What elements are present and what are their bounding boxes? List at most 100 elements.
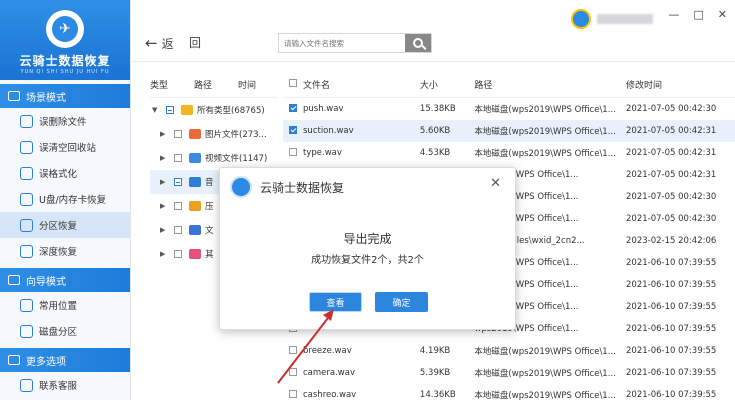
sidebar-item[interactable]: U盘/内存卡恢复 [0,186,130,212]
file-type-icon [189,129,201,139]
tree-tab-type[interactable]: 类型 [150,78,194,91]
cell-date: 2021-07-05 00:42:30 [626,104,717,114]
expand-caret-icon[interactable]: ▶ [160,250,170,258]
sidebar-item[interactable]: 深度恢复 [0,238,130,264]
row-checkbox[interactable] [283,389,303,400]
sidebar-item[interactable]: 误删除文件 [0,108,130,134]
sidebar-item-icon [20,140,33,154]
tree-checkbox[interactable] [166,106,174,114]
cell-size: 14.36KB [419,390,456,400]
cell-size: 15.38KB [419,104,456,114]
tree-row[interactable]: ▶ 图片文件(273... [150,122,278,146]
sidebar-item-icon [20,244,33,258]
brand-subtitle: YUN QI SHI SHU JU HUI FU [20,69,110,75]
ok-button[interactable]: 确定 [375,292,428,312]
cell-date: 2021-06-10 07:39:55 [626,368,717,378]
tree-checkbox[interactable] [174,226,182,234]
table-row[interactable]: type.wav 4.53KB 本地磁盘(wps2019\WPS Office\1.… [283,142,735,164]
cell-date: 2021-07-05 00:42:30 [626,214,717,224]
cell-path: 本地磁盘(wps2019\WPS Office\1... [474,127,616,137]
sidebar-item[interactable]: 联系客服 [0,372,130,398]
table-row[interactable]: push.wav 15.38KB 本地磁盘(wps2019\WPS Office\1… [283,98,735,120]
col-path[interactable]: 路径 [474,78,626,91]
tree-label: 压 [205,202,214,212]
cell-name: push.wav [303,104,344,114]
home-button[interactable]: 回 [189,34,201,51]
username-blurred [597,14,653,24]
section-icon [8,91,20,101]
cell-name: cashreo.wav [303,390,357,400]
brand: ✈ 云骑士数据恢复 YUN QI SHI SHU JU HUI FU [0,0,130,80]
sidebar-section-header: 场景模式 [0,84,130,108]
dialog-close-icon[interactable]: ✕ [490,176,501,191]
tree-tab-time[interactable]: 时间 [238,78,268,91]
section-icon [8,355,20,365]
cell-name: breeze.wav [303,346,352,356]
tree-checkbox[interactable] [174,250,182,258]
tree-tab-path[interactable]: 路径 [194,78,238,91]
cell-date: 2021-07-05 00:42:31 [626,126,717,136]
expand-caret-icon[interactable]: ▶ [160,154,170,162]
sidebar-item-icon [20,378,33,392]
cell-path: 本地磁盘(wps2019\WPS Office\1... [474,369,616,379]
user-account[interactable] [571,9,653,29]
tree-label: 音 [205,178,214,188]
sidebar-sections: 场景模式 误删除文件 误清空回收站 误格式化 U盘/内存卡恢复 分区恢复 深度恢复向导模式常… [0,84,130,398]
tree-label: 图片文件(273... [205,130,267,140]
sidebar-section-header: 更多选项 [0,348,130,372]
close-icon[interactable]: ✕ [718,8,727,21]
table-row[interactable]: cashreo.wav 14.36KB 本地磁盘(wps2019\WPS Offic… [283,384,735,400]
table-header: 文件名 大小 路径 修改时间 [283,72,735,98]
sidebar-item-icon [20,324,33,338]
cell-date: 2021-07-05 00:42:31 [626,170,717,180]
row-checkbox[interactable] [283,125,303,137]
expand-caret-icon[interactable]: ▶ [160,226,170,234]
expand-caret-icon[interactable]: ▶ [160,202,170,210]
sidebar-item[interactable]: 误清空回收站 [0,134,130,160]
row-checkbox[interactable] [283,103,303,115]
view-button[interactable]: 查看 [309,292,362,312]
col-size[interactable]: 大小 [420,78,475,91]
row-checkbox[interactable] [283,367,303,379]
expand-caret-icon[interactable]: ▼ [152,106,162,114]
table-row[interactable]: suction.wav 5.60KB 本地磁盘(wps2019\WPS Office… [283,120,735,142]
row-checkbox[interactable] [283,147,303,159]
tree-row[interactable]: ▼ 所有类型(68765) [150,98,278,122]
file-type-icon [189,201,201,211]
search-button[interactable] [405,34,431,52]
tree-checkbox[interactable] [174,202,182,210]
cell-date: 2021-07-05 00:42:30 [626,192,717,202]
sidebar-item-icon [20,218,33,232]
table-row[interactable]: camera.wav 5.39KB 本地磁盘(wps2019\WPS Office\… [283,362,735,384]
col-date[interactable]: 修改时间 [626,78,735,91]
search-icon [413,38,423,48]
search-input[interactable] [279,34,405,52]
sidebar-item[interactable]: 磁盘分区 [0,318,130,344]
cell-date: 2021-06-10 07:39:55 [626,324,717,334]
dialog-message: 成功恢复文件2个，共2个 [311,255,424,266]
expand-caret-icon[interactable]: ▶ [160,130,170,138]
minimize-icon[interactable]: — [668,8,679,21]
tree-checkbox[interactable] [174,154,182,162]
app-logo: ✈ [46,10,84,48]
sidebar-item[interactable]: 常用位置 [0,292,130,318]
sidebar-item[interactable]: 误格式化 [0,160,130,186]
cell-size: 5.60KB [419,126,451,136]
col-name[interactable]: 文件名 [303,78,420,91]
tree-label: 所有类型(68765) [197,106,265,116]
cell-path: 本地磁盘(wps2019\WPS Office\1... [474,347,616,357]
row-checkbox[interactable] [283,345,303,357]
tree-checkbox[interactable] [174,130,182,138]
sidebar-section-header: 向导模式 [0,268,130,292]
dialog-heading: 导出完成 [343,232,392,246]
expand-caret-icon[interactable]: ▶ [160,178,170,186]
back-button[interactable]: ← 返 [145,34,174,52]
select-all-checkbox[interactable] [283,79,303,90]
table-row[interactable]: breeze.wav 4.19KB 本地磁盘(wps2019\WPS Office\… [283,340,735,362]
sidebar-item[interactable]: 分区恢复 [0,212,130,238]
sidebar-item-icon [20,298,33,312]
cell-path: 本地磁盘(wps2019\WPS Office\1... [474,149,616,159]
cell-date: 2021-06-10 07:39:55 [626,390,717,400]
maximize-icon[interactable]: □ [693,8,703,21]
tree-checkbox[interactable] [174,178,182,186]
